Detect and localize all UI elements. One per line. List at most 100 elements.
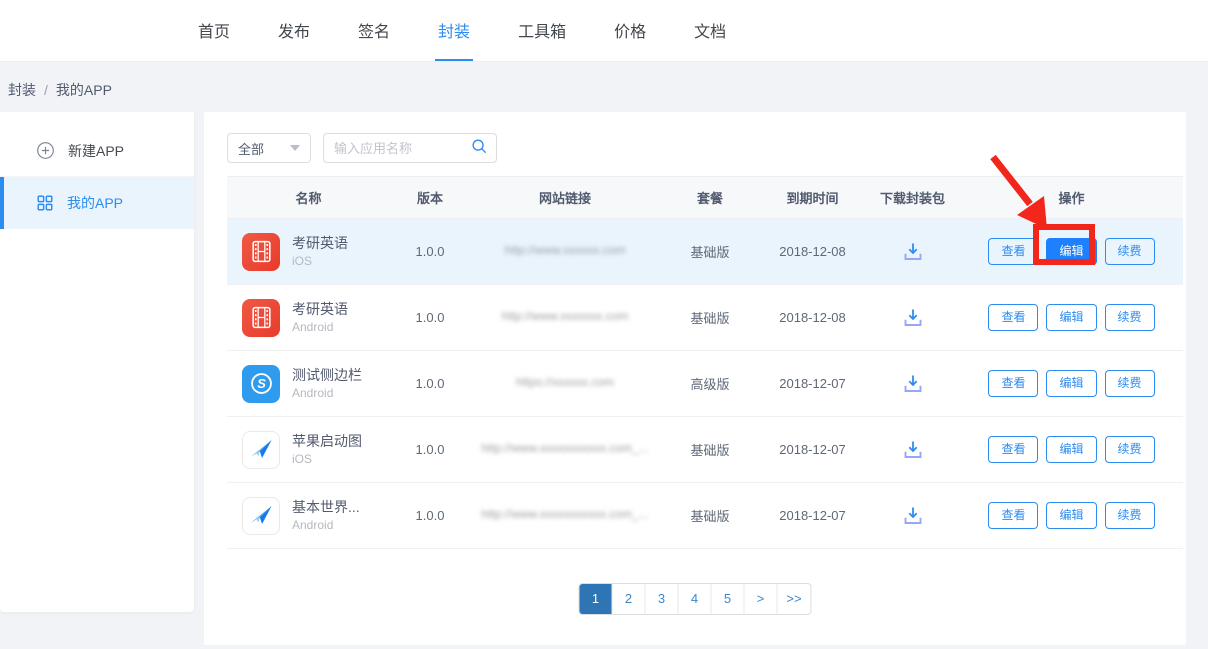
pagination: 12345>>>	[579, 583, 812, 615]
renew-button[interactable]: 续费	[1105, 370, 1155, 397]
sidebar-item-my-app[interactable]: 我的APP	[0, 177, 194, 229]
pagination-next-page[interactable]: >	[745, 584, 778, 614]
page: 首页发布签名封装工具箱价格文档 封装/我的APP 新建APP我的APP 全部 名…	[0, 0, 1208, 649]
pagination-page-2[interactable]: 2	[613, 584, 646, 614]
plus-circle-icon	[36, 141, 55, 160]
app-platform: Android	[292, 518, 360, 533]
app-name: 测试侧边栏	[292, 367, 362, 384]
website-link-blurred: https://xxxxxx.com	[516, 375, 614, 389]
sidebar-item-new-app[interactable]: 新建APP	[0, 125, 194, 177]
expiry-date: 2018-12-07	[760, 442, 865, 457]
app-table: 名称版本网站链接套餐到期时间下载封装包操作 考研英语 iOS 1.0.0 http:/…	[227, 176, 1183, 549]
breadcrumb-item-current: 我的APP	[56, 82, 112, 98]
top-nav: 首页发布签名封装工具箱价格文档	[0, 0, 1208, 61]
toolbar: 全部	[227, 133, 497, 163]
website-link-blurred: http://www.xxxxxxxxxxx.com_...	[481, 507, 648, 521]
website-link-blurred: http://www.xxxxxx.com	[505, 243, 626, 257]
edit-button[interactable]: 编辑	[1046, 304, 1096, 331]
table-row: 基本世界... Android 1.0.0 http://www.xxxxxxxxxx…	[227, 483, 1183, 549]
expiry-date: 2018-12-07	[760, 376, 865, 391]
plan: 基础版	[660, 308, 760, 327]
app-name: 基本世界...	[292, 499, 360, 516]
download-tray-icon[interactable]	[901, 372, 925, 396]
plan: 高级版	[660, 374, 760, 393]
breadcrumb-separator: /	[44, 82, 48, 98]
chevron-down-icon	[290, 145, 300, 151]
edit-button[interactable]: 编辑	[1046, 502, 1096, 529]
nav-tab-signature[interactable]: 签名	[355, 0, 393, 61]
plan: 基础版	[660, 440, 760, 459]
column-header: 名称	[227, 188, 390, 207]
nav-tab-package[interactable]: 封装	[435, 0, 473, 61]
sidebar-item-label: 我的APP	[67, 193, 123, 213]
search-input[interactable]	[324, 141, 470, 156]
column-header: 下载封装包	[865, 188, 960, 207]
filter-select[interactable]: 全部	[227, 133, 311, 163]
column-header: 到期时间	[760, 188, 865, 207]
plan: 基础版	[660, 242, 760, 261]
column-header: 套餐	[660, 188, 760, 207]
paper-plane-icon	[242, 497, 280, 535]
app-name: 考研英语	[292, 235, 348, 252]
app-platform: iOS	[292, 452, 362, 467]
grid-icon	[36, 194, 54, 212]
main-panel: 全部 名称版本网站链接套餐到期时间下载封装包操作 考研英语 iOS 1.0.0 htt…	[204, 112, 1186, 645]
download-tray-icon[interactable]	[901, 240, 925, 264]
view-button[interactable]: 查看	[988, 370, 1038, 397]
plan: 基础版	[660, 506, 760, 525]
paper-plane-icon	[242, 431, 280, 469]
nav-tab-toolbox[interactable]: 工具箱	[515, 0, 569, 61]
download-tray-icon[interactable]	[901, 504, 925, 528]
edit-button[interactable]: 编辑	[1046, 238, 1096, 265]
breadcrumb: 封装 / 我的APP	[8, 80, 112, 100]
view-button[interactable]: 查看	[988, 502, 1038, 529]
nav-tab-pricing[interactable]: 价格	[611, 0, 649, 61]
pagination-page-5[interactable]: 5	[712, 584, 745, 614]
view-button[interactable]: 查看	[988, 304, 1038, 331]
app-platform: Android	[292, 320, 348, 335]
nav-tab-publish[interactable]: 发布	[275, 0, 313, 61]
film-icon	[242, 233, 280, 271]
view-button[interactable]: 查看	[988, 238, 1038, 265]
pagination-page-4[interactable]: 4	[679, 584, 712, 614]
sidebar-item-label: 新建APP	[68, 141, 124, 161]
app-platform: iOS	[292, 254, 348, 269]
nav-tab-docs[interactable]: 文档	[691, 0, 729, 61]
download-tray-icon[interactable]	[901, 438, 925, 462]
renew-button[interactable]: 续费	[1105, 238, 1155, 265]
edit-button[interactable]: 编辑	[1046, 370, 1096, 397]
app-version: 1.0.0	[390, 244, 470, 259]
column-header: 操作	[960, 188, 1183, 207]
magnifier-icon[interactable]	[470, 137, 488, 160]
nav-tab-home[interactable]: 首页	[195, 0, 233, 61]
breadcrumb-item-section[interactable]: 封装	[8, 82, 36, 98]
table-row: 考研英语 iOS 1.0.0 http://www.xxxxxx.com 基础版2018…	[227, 219, 1183, 285]
website-link-blurred: http://www.xxxxxxxxxxx.com_...	[481, 441, 648, 455]
app-version: 1.0.0	[390, 508, 470, 523]
top-nav-bar: 首页发布签名封装工具箱价格文档	[0, 0, 1208, 62]
table-row: 苹果启动图 iOS 1.0.0 http://www.xxxxxxxxxxx.com_…	[227, 417, 1183, 483]
view-button[interactable]: 查看	[988, 436, 1038, 463]
expiry-date: 2018-12-08	[760, 244, 865, 259]
website-link-blurred: http://www.xxxxxxx.com	[502, 309, 629, 323]
table-row: 考研英语Android1.0.0http://www.xxxxxxx.com基础…	[227, 285, 1183, 351]
column-header: 版本	[390, 188, 470, 207]
svg-text:S: S	[257, 376, 266, 391]
pagination-page-3[interactable]: 3	[646, 584, 679, 614]
renew-button[interactable]: 续费	[1105, 436, 1155, 463]
app-name: 苹果启动图	[292, 433, 362, 450]
table-body: 考研英语iOS1.0.0http://www.xxxxxx.com基础版2018…	[227, 219, 1183, 549]
pagination-last-page[interactable]: >>	[778, 584, 811, 614]
app-version: 1.0.0	[390, 310, 470, 325]
table-header: 名称版本网站链接套餐到期时间下载封装包操作	[227, 176, 1183, 219]
app-version: 1.0.0	[390, 442, 470, 457]
app-version: 1.0.0	[390, 376, 470, 391]
renew-button[interactable]: 续费	[1105, 304, 1155, 331]
column-header: 网站链接	[470, 188, 660, 207]
pagination-page-1[interactable]: 1	[580, 584, 613, 614]
search-box	[323, 133, 497, 163]
download-tray-icon[interactable]	[901, 306, 925, 330]
edit-button[interactable]: 编辑	[1046, 436, 1096, 463]
expiry-date: 2018-12-07	[760, 508, 865, 523]
renew-button[interactable]: 续费	[1105, 502, 1155, 529]
